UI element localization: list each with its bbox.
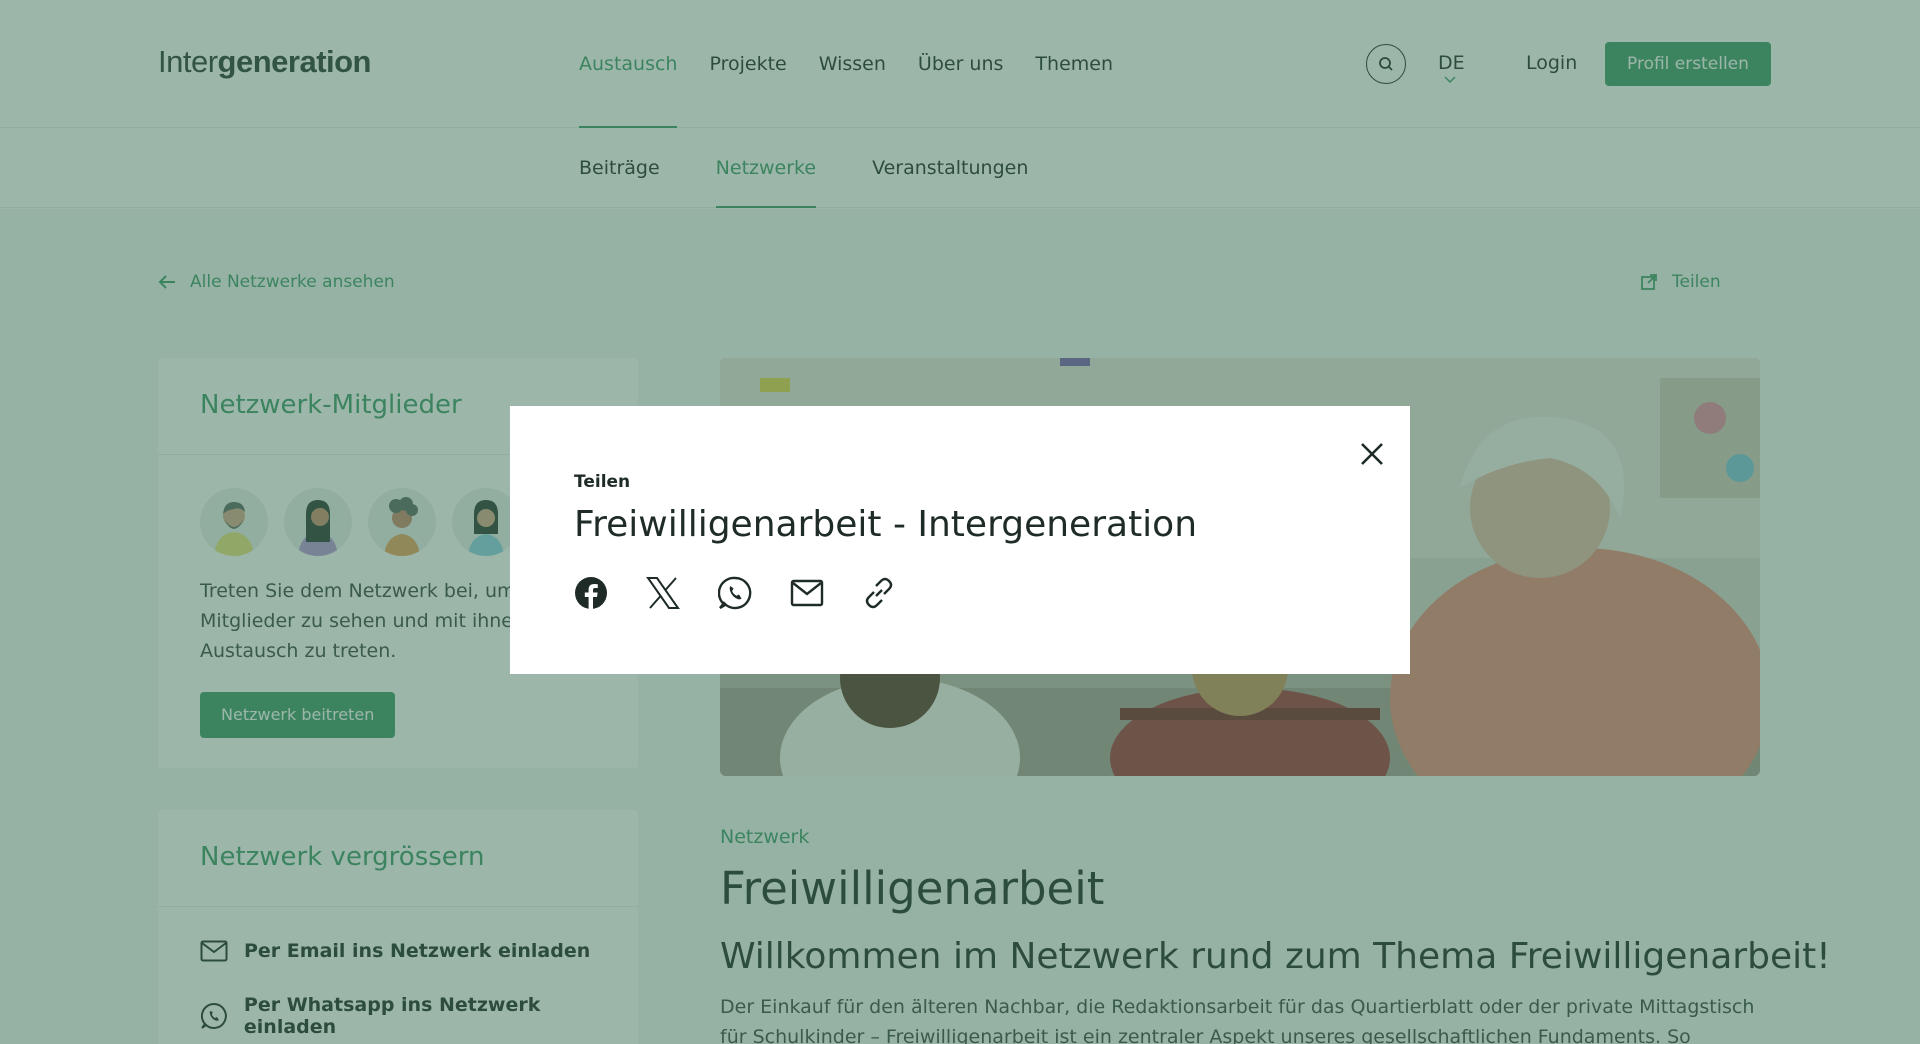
share-whatsapp-button[interactable] [718, 576, 752, 610]
link-icon [865, 577, 893, 609]
mail-icon [790, 579, 824, 607]
copy-link-button[interactable] [862, 576, 896, 610]
share-email-button[interactable] [790, 576, 824, 610]
share-options [574, 576, 896, 610]
facebook-icon [575, 577, 607, 610]
share-x-button[interactable] [646, 576, 680, 610]
share-facebook-button[interactable] [574, 576, 608, 610]
modal-title: Freiwilligenarbeit - Intergeneration [574, 504, 1198, 545]
close-icon [1361, 443, 1383, 465]
x-icon [646, 577, 680, 609]
modal-eyebrow: Teilen [574, 472, 631, 492]
share-modal: Teilen Freiwilligenarbeit - Intergenerat… [510, 406, 1410, 674]
whatsapp-icon [718, 576, 752, 610]
close-button[interactable] [1350, 432, 1394, 476]
